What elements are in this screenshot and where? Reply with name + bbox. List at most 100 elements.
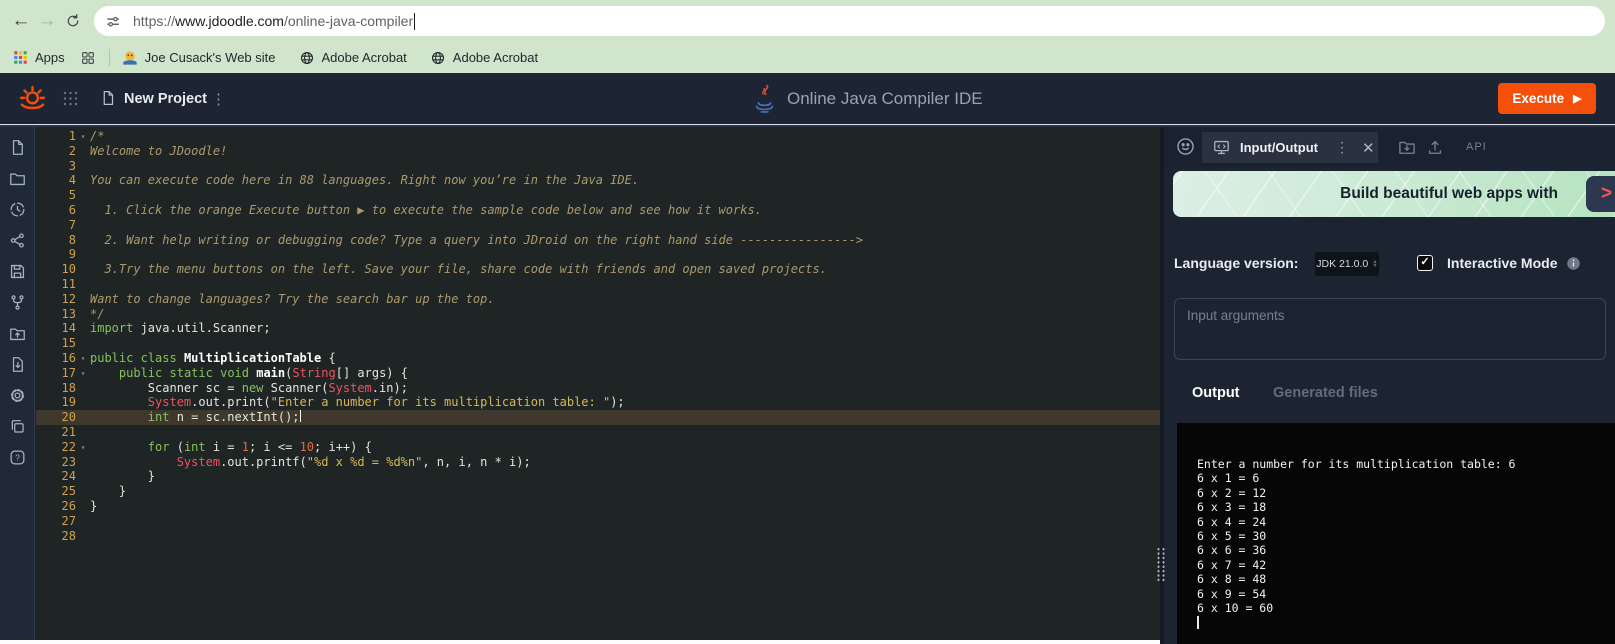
code-line-21[interactable]: 21 [36, 425, 1160, 440]
sidebar-item-download[interactable] [8, 355, 27, 374]
io-panel: Input/Output ⋮ ✕ API Build beautiful web… [1164, 127, 1615, 644]
fold-arrow-icon[interactable]: ▾ [76, 129, 90, 144]
code-line-24[interactable]: 24 } [36, 469, 1160, 484]
code-line-16[interactable]: 16 ▾ public class MultiplicationTable { [36, 351, 1160, 366]
terminal-cursor [1197, 616, 1199, 630]
code-line-11[interactable]: 11 [36, 277, 1160, 292]
terminal-output[interactable]: Enter a number for its multiplication ta… [1177, 423, 1615, 644]
sidebar-item-open-project[interactable] [8, 324, 27, 343]
line-number: 16 [61, 350, 76, 365]
fold-arrow-icon[interactable]: ▾ [76, 440, 90, 455]
code-line-1[interactable]: 1 ▾/* [36, 129, 1160, 144]
code-line-25[interactable]: 25 } [36, 484, 1160, 499]
code-line-12[interactable]: 12 Want to change languages? Try the sear… [36, 292, 1160, 307]
io-tab-menu-icon[interactable]: ⋮ [1335, 139, 1349, 156]
code-line-17[interactable]: 17 ▾ public static void main(String[] arg… [36, 366, 1160, 381]
code-editor[interactable]: 1 ▾/* 2 Welcome to JDoodle! 3 4 You can execut… [36, 127, 1160, 644]
bookmark-item[interactable]: Adobe Acrobat [299, 50, 407, 66]
code-line-22[interactable]: 22 ▾ for (int i = 1; i <= 10; i++) { [36, 440, 1160, 455]
apps-shortcut[interactable]: Apps [13, 50, 65, 65]
io-tab-close-icon[interactable]: ✕ [1362, 139, 1375, 157]
grid-2x2-icon[interactable] [80, 50, 96, 66]
back-button[interactable]: ← [8, 8, 34, 34]
panel-resize-handle[interactable] [1155, 546, 1166, 582]
chevron-updown-icon: ▲ ▼ [1372, 259, 1378, 269]
code-text: 3.Try the menu buttons on the left. Save… [90, 262, 827, 277]
line-number: 4 [68, 173, 76, 188]
sidebar-item-share[interactable] [8, 231, 27, 250]
line-number: 26 [61, 498, 76, 513]
code-text: Want to change languages? Try the search… [90, 291, 495, 306]
code-line-28[interactable]: 28 [36, 529, 1160, 544]
code-line-20[interactable]: 20 int n = sc.nextInt(); [36, 410, 1160, 425]
code-line-19[interactable]: 19 System.out.print("Enter a number for … [36, 395, 1160, 410]
svg-text:?: ? [15, 453, 20, 463]
tab-generated-files[interactable]: Generated files [1273, 385, 1378, 401]
code-line-26[interactable]: 26} [36, 499, 1160, 514]
project-menu-icon[interactable]: ⋮ [211, 73, 226, 124]
sidebar-item-fork[interactable] [8, 293, 27, 312]
code-line-8[interactable]: 8 2. Want help writing or debugging code… [36, 233, 1160, 248]
code-line-27[interactable]: 27 [36, 514, 1160, 529]
forward-button[interactable]: → [34, 8, 60, 34]
fold-arrow-icon[interactable]: ▾ [76, 366, 90, 381]
project-name[interactable]: New Project [124, 73, 207, 124]
fold-arrow-icon[interactable]: ▾ [76, 351, 90, 366]
sidebar-item-save[interactable] [8, 262, 27, 281]
code-line-14[interactable]: 14 import java.util.Scanner; [36, 321, 1160, 336]
fold-gutter [76, 292, 90, 307]
execute-button[interactable]: Execute ▶ [1498, 83, 1596, 114]
code-line-9[interactable]: 9 [36, 247, 1160, 262]
fold-gutter [76, 529, 90, 544]
api-button[interactable]: API [1466, 127, 1487, 167]
code-text: public class MultiplicationTable { [90, 350, 336, 365]
code-line-7[interactable]: 7 [36, 218, 1160, 233]
folder-download-icon[interactable] [1397, 137, 1417, 157]
bookmark-item[interactable]: Adobe Acrobat [430, 50, 538, 66]
code-line-13[interactable]: 13 */ [36, 307, 1160, 322]
fold-gutter [76, 395, 90, 410]
tab-input-output[interactable]: Input/Output ⋮ ✕ [1202, 132, 1378, 163]
input-arguments-field[interactable] [1174, 298, 1606, 360]
interactive-mode-checkbox[interactable] [1417, 255, 1433, 271]
language-version-value: JDK 21.0.0 [1316, 258, 1369, 270]
bookmark-item[interactable]: Joe Cusack's Web site [122, 50, 276, 66]
sidebar-item-folder[interactable] [8, 169, 27, 188]
sidebar-item-file[interactable] [8, 138, 27, 157]
jdroid-icon[interactable] [1175, 136, 1196, 157]
terminal-line: 6 x 9 = 54 [1197, 586, 1267, 601]
code-line-5[interactable]: 5 [36, 188, 1160, 203]
ad-banner-logo: > [1586, 176, 1615, 212]
sidebar-item-help[interactable]: ? [8, 448, 27, 467]
browser-window: ← → https://www.jdoodle.com/online-java-… [0, 0, 1615, 644]
sidebar-item-settings[interactable] [8, 386, 27, 405]
site-settings-icon[interactable] [104, 12, 123, 31]
url-bar[interactable]: https://www.jdoodle.com/online-java-comp… [94, 6, 1605, 36]
language-version-select[interactable]: JDK 21.0.0 ▲ ▼ [1315, 252, 1379, 276]
ad-banner[interactable]: Build beautiful web apps with > [1173, 171, 1615, 217]
apps-menu-icon[interactable] [61, 89, 80, 108]
code-line-18[interactable]: 18 Scanner sc = new Scanner(System.in); [36, 381, 1160, 396]
bookmarks-bar: Apps Joe Cusack's Web site Adobe Acrobat A… [0, 42, 1615, 73]
upload-icon[interactable] [1425, 137, 1445, 157]
code-line-2[interactable]: 2 Welcome to JDoodle! [36, 144, 1160, 159]
reload-button[interactable] [60, 8, 86, 34]
info-icon[interactable] [1566, 256, 1581, 271]
code-line-10[interactable]: 10 3.Try the menu buttons on the left. S… [36, 262, 1160, 277]
line-number: 27 [61, 513, 76, 528]
code-text: import java.util.Scanner; [90, 321, 271, 336]
code-text: int n = sc.nextInt(); [147, 410, 300, 425]
tab-output[interactable]: Output [1192, 385, 1240, 401]
code-line-6[interactable]: 6 1. Click the orange Execute button ▶ t… [36, 203, 1160, 218]
fold-gutter [76, 514, 90, 529]
globe-icon [430, 50, 446, 66]
code-line-15[interactable]: 15 [36, 336, 1160, 351]
jdoodle-logo[interactable] [17, 83, 48, 114]
page-title-group: Online Java Compiler IDE [753, 73, 983, 124]
code-line-4[interactable]: 4 You can execute code here in 88 languag… [36, 173, 1160, 188]
line-number: 1 [68, 129, 76, 143]
sidebar-item-copy[interactable] [8, 417, 27, 436]
code-line-23[interactable]: 23 System.out.printf("%d x %d = %d%n", n… [36, 455, 1160, 470]
code-line-3[interactable]: 3 [36, 159, 1160, 174]
sidebar-item-history[interactable] [8, 200, 27, 219]
